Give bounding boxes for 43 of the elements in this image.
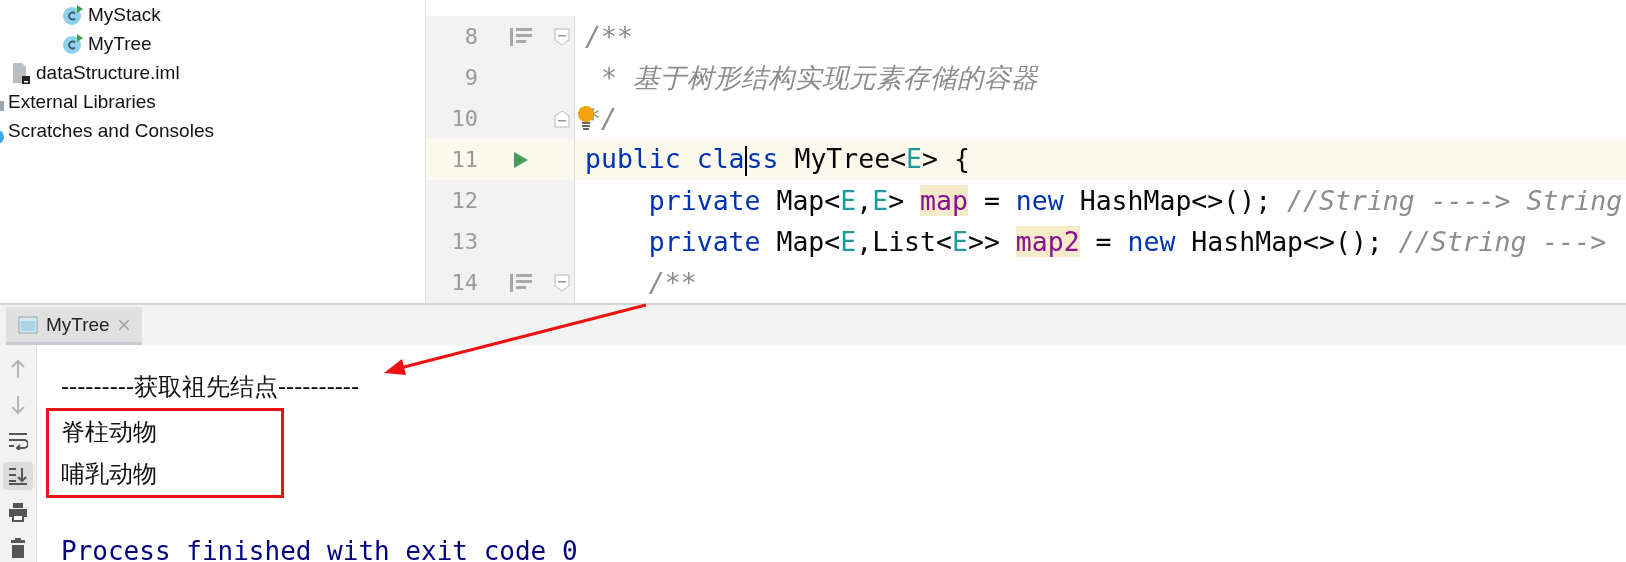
run-icon[interactable] bbox=[513, 150, 529, 169]
line-number: 11 bbox=[450, 147, 478, 172]
console-icon bbox=[18, 315, 38, 334]
tree-item[interactable]: External Libraries bbox=[8, 90, 156, 113]
line-number: 12 bbox=[450, 188, 478, 213]
line-number: 14 bbox=[450, 270, 478, 295]
outline-icon[interactable] bbox=[509, 26, 533, 47]
outline-icon[interactable] bbox=[509, 272, 533, 293]
class-icon bbox=[62, 32, 84, 55]
console-line: 脊柱动物 bbox=[61, 417, 158, 448]
console-tab[interactable]: MyTree bbox=[6, 307, 142, 345]
toolbar-button[interactable] bbox=[3, 462, 33, 491]
tree-item[interactable]: Scratches and Consoles bbox=[8, 119, 214, 142]
fold-icon[interactable] bbox=[554, 109, 570, 128]
fold-icon[interactable] bbox=[554, 27, 570, 46]
scratches-icon bbox=[0, 129, 4, 144]
fold-icon[interactable] bbox=[554, 273, 570, 292]
library-icon bbox=[0, 100, 4, 111]
code-line: /** bbox=[585, 21, 633, 52]
close-icon[interactable] bbox=[117, 318, 130, 331]
tree-item[interactable]: MyStack bbox=[88, 3, 161, 26]
tree-item[interactable]: dataStructure.iml bbox=[36, 61, 180, 84]
code-line: private Map<E,List<E>> map2 = new HashMap<>(); //String ---> bbox=[647, 226, 1607, 257]
line-number: 13 bbox=[450, 229, 478, 254]
wrap-icon bbox=[8, 431, 28, 450]
code-line: /** bbox=[647, 267, 697, 298]
trash-icon bbox=[9, 538, 27, 559]
exit-message: Process finished with exit code 0 bbox=[61, 538, 578, 562]
line-number: 8 bbox=[463, 24, 478, 49]
print-icon bbox=[8, 502, 28, 523]
line-number: 9 bbox=[463, 65, 478, 90]
console-line: 哺乳动物 bbox=[61, 459, 158, 490]
scroll-to-end-icon bbox=[8, 467, 28, 486]
class-icon bbox=[62, 3, 84, 26]
tree-item[interactable]: MyTree bbox=[88, 32, 152, 55]
up-arrow-icon bbox=[10, 358, 26, 379]
file-icon bbox=[10, 60, 32, 85]
down-arrow-icon bbox=[10, 394, 26, 415]
console-line: ---------获取祖先结点---------- bbox=[61, 372, 361, 403]
code-line: * 基于树形结构实现元素存储的容器 bbox=[599, 60, 1038, 95]
code-line: private Map<E,E> map = new HashMap<>(); //String ----> String bbox=[647, 185, 1623, 216]
line-number: 10 bbox=[450, 106, 478, 131]
code-line: public cla ss MyTree<E> { bbox=[585, 143, 970, 176]
